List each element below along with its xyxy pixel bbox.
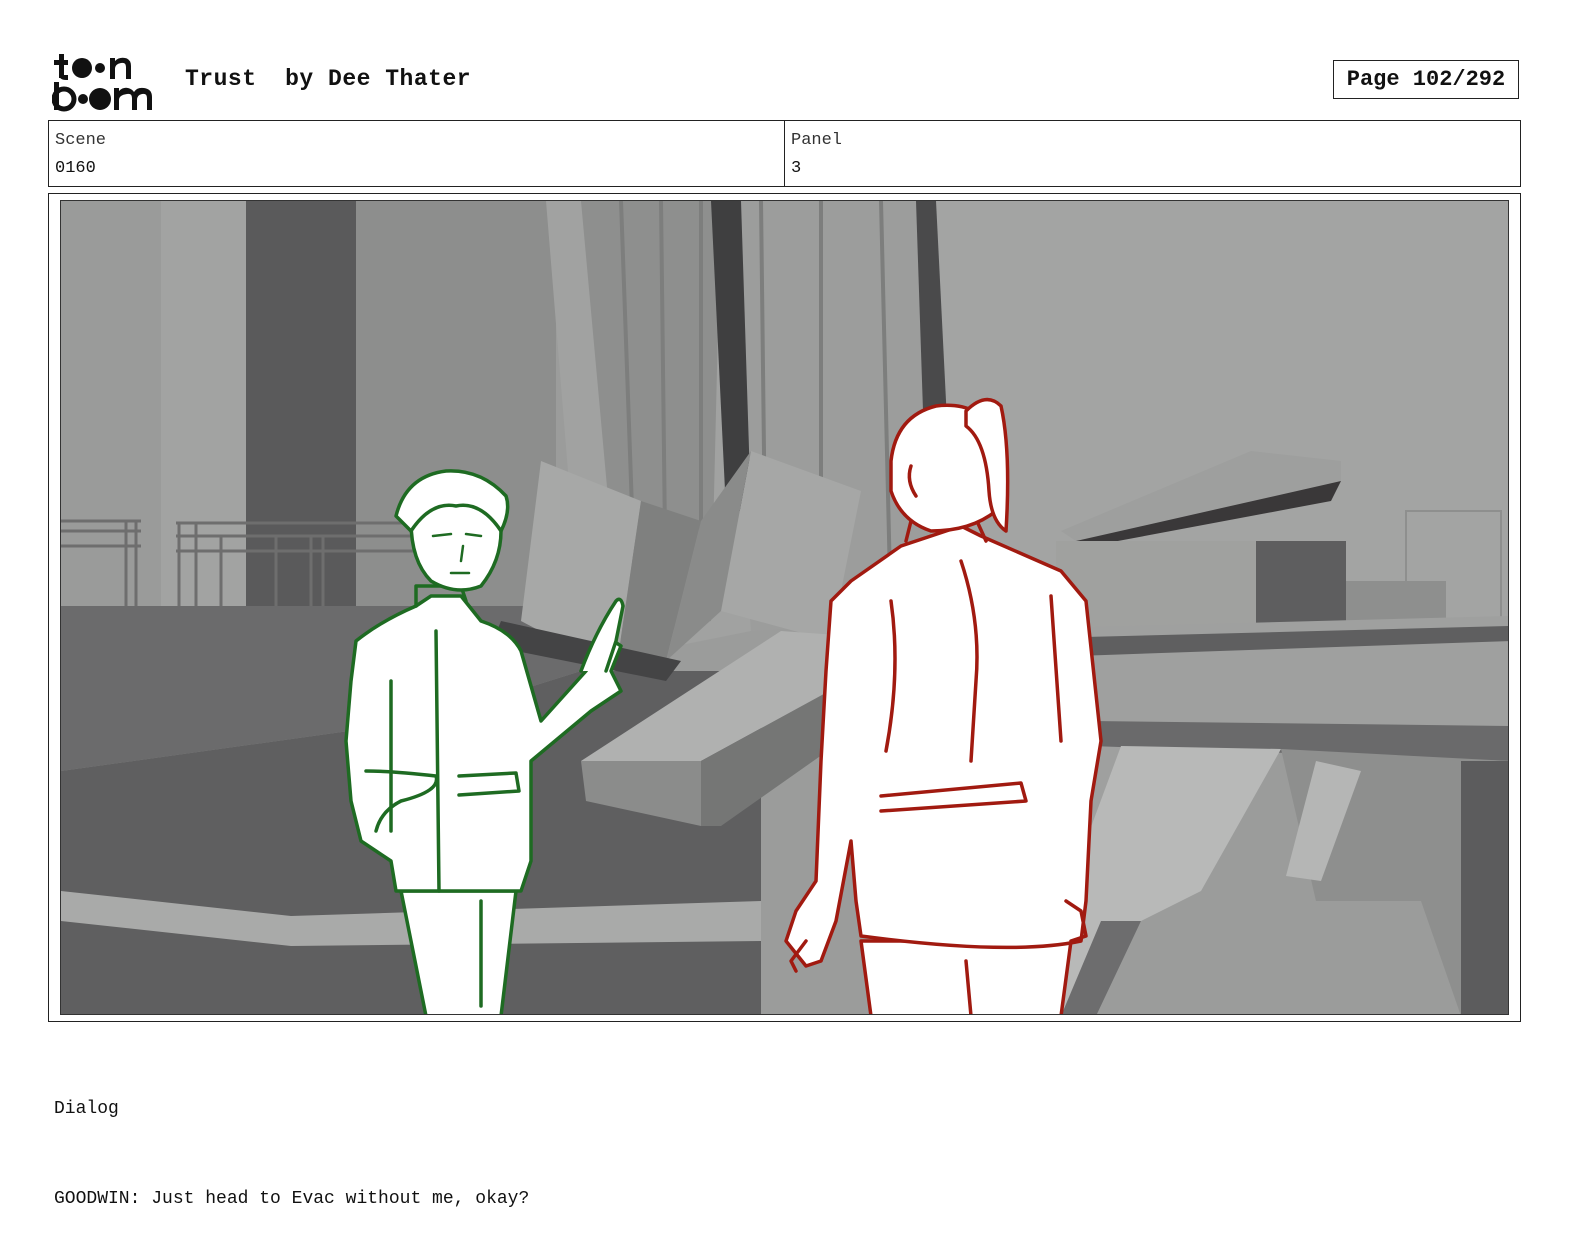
panel-value: 3 [791, 159, 802, 178]
dialog-section: Dialog GOODWIN: Just head to Evac withou… [54, 1034, 529, 1244]
panel-label: Panel [791, 131, 843, 150]
storyboard-panel-image [60, 200, 1509, 1015]
page-indicator: Page 102/292 [1333, 60, 1519, 99]
storyboard-sketch-icon [61, 201, 1508, 1014]
dialog-label: Dialog [54, 1099, 119, 1119]
scene-label: Scene [55, 131, 107, 150]
logo-mark-icon [51, 54, 152, 112]
scene-panel-table: Scene 0160 Panel 3 [48, 120, 1521, 187]
scene-value: 0160 [55, 159, 96, 178]
toon-boom-logo [51, 52, 164, 112]
panel-cell: Panel 3 [784, 121, 1520, 186]
scene-cell: Scene 0160 [49, 121, 784, 186]
dialog-text: GOODWIN: Just head to Evac without me, o… [54, 1189, 530, 1209]
document-title: Trust by Dee Thater [185, 66, 472, 92]
